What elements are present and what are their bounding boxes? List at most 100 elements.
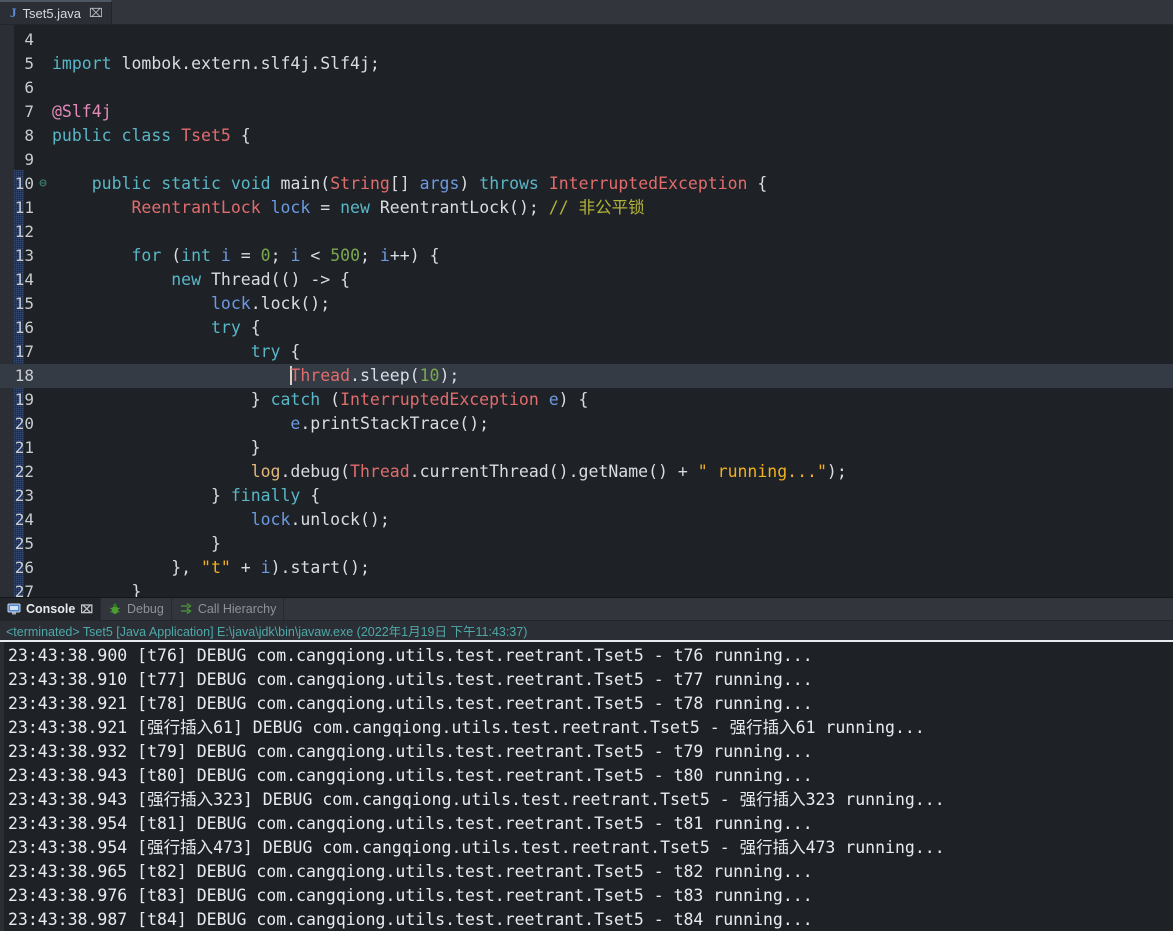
- line-number: 12: [14, 222, 34, 241]
- code-token: (: [320, 174, 331, 193]
- code-token: }: [250, 390, 271, 409]
- editor-tab-tset5-java[interactable]: J Tset5.java ⌧: [0, 0, 112, 24]
- code-line[interactable]: 7 @Slf4j: [0, 100, 1173, 124]
- console-tab-bar: Console ⌧ Debug Call Hierarchy: [0, 598, 1173, 621]
- console-left-rail: [0, 642, 4, 931]
- code-line[interactable]: 22 log.debug(Thread.currentThread().getN…: [0, 460, 1173, 484]
- line-number: 6: [24, 78, 34, 97]
- code-line-text: import lombok.extern.slf4j.Slf4j;: [36, 52, 380, 76]
- line-number: 18: [14, 366, 34, 385]
- code-line[interactable]: 25 }: [0, 532, 1173, 556]
- code-token: i: [379, 246, 390, 265]
- code-line[interactable]: 23 } finally {: [0, 484, 1173, 508]
- code-token: ReentrantLock: [131, 198, 261, 217]
- code-line[interactable]: 19 } catch (InterruptedException e) {: [0, 388, 1173, 412]
- code-line[interactable]: 27 }: [0, 580, 1173, 597]
- code-line-text: try {: [36, 316, 261, 340]
- code-editor[interactable]: 4 5 import lombok.extern.slf4j.Slf4j; 6 7 @Sl…: [0, 25, 1173, 597]
- line-number: 27: [14, 582, 34, 597]
- code-line[interactable]: 16 try {: [0, 316, 1173, 340]
- line-number: 13: [14, 246, 34, 265]
- console-output-line: 23:43:38.954 [t81] DEBUG com.cangqiong.u…: [8, 814, 813, 833]
- code-line-text: }: [36, 532, 221, 556]
- code-line[interactable]: 13 for (int i = 0; i < 500; i++) {: [0, 244, 1173, 268]
- code-token: Thread: [210, 270, 271, 289]
- code-line[interactable]: 4: [0, 28, 1173, 52]
- code-token: .getName: [568, 462, 649, 481]
- code-line[interactable]: 5 import lombok.extern.slf4j.Slf4j;: [0, 52, 1173, 76]
- code-token: (: [320, 390, 341, 409]
- code-line[interactable]: 6: [0, 76, 1173, 100]
- tab-call-hierarchy[interactable]: Call Hierarchy: [172, 598, 285, 620]
- code-token: main: [280, 174, 321, 193]
- console-output[interactable]: 23:43:38.900 [t76] DEBUG com.cangqiong.u…: [0, 642, 1173, 931]
- code-lines-container[interactable]: 4 5 import lombok.extern.slf4j.Slf4j; 6 7 @Sl…: [0, 25, 1173, 597]
- console-output-line: 23:43:38.921 [t78] DEBUG com.cangqiong.u…: [8, 694, 813, 713]
- code-line[interactable]: 17 try {: [0, 340, 1173, 364]
- code-token: []: [389, 174, 420, 193]
- code-token: {: [230, 126, 251, 145]
- code-line[interactable]: 26 }, "t" + i).start();: [0, 556, 1173, 580]
- code-token: .sleep(: [350, 366, 420, 385]
- debug-bug-icon: [108, 602, 122, 616]
- code-line[interactable]: 20 e.printStackTrace();: [0, 412, 1173, 436]
- code-fold-icon[interactable]: ⊖: [38, 172, 48, 196]
- code-token: new: [340, 198, 370, 217]
- code-token: for: [131, 246, 162, 265]
- code-token: ).start();: [270, 558, 370, 577]
- code-token: Thread: [350, 462, 410, 481]
- code-line[interactable]: 8 public class Tset5 {: [0, 124, 1173, 148]
- code-line-text: @Slf4j: [36, 100, 112, 124]
- code-token: String: [330, 174, 390, 193]
- line-number: 21: [14, 438, 34, 457]
- code-token: i: [220, 246, 231, 265]
- console-output-line: 23:43:38.987 [t84] DEBUG com.cangqiong.u…: [8, 910, 813, 929]
- code-token: =: [230, 246, 261, 265]
- code-line-text: public static void main(String[] args) t…: [36, 172, 768, 196]
- code-token: InterruptedException: [340, 390, 539, 409]
- code-line[interactable]: 10 ⊖ public static void main(String[] arg…: [0, 172, 1173, 196]
- console-output-line: 23:43:38.921 [强行插入61] DEBUG com.cangqion…: [8, 718, 925, 737]
- code-token: =: [310, 198, 341, 217]
- code-token: Thread: [290, 366, 351, 385]
- code-token: i: [290, 246, 301, 265]
- code-line[interactable]: 9: [0, 148, 1173, 172]
- console-output-line: 23:43:38.965 [t82] DEBUG com.cangqiong.u…: [8, 862, 813, 881]
- code-line[interactable]: 18 Thread.sleep(10);: [0, 364, 1173, 388]
- code-line[interactable]: 15 lock.lock();: [0, 292, 1173, 316]
- code-token: .printStackTrace();: [300, 414, 490, 433]
- console-monitor-icon: [7, 602, 21, 616]
- code-token: public: [52, 126, 112, 145]
- code-line[interactable]: 12: [0, 220, 1173, 244]
- code-token: static: [161, 174, 221, 193]
- close-icon[interactable]: ⌧: [80, 603, 93, 616]
- tab-debug[interactable]: Debug: [101, 598, 172, 620]
- code-line-text: try {: [36, 340, 301, 364]
- line-number: 17: [14, 342, 34, 361]
- code-token: {: [240, 318, 261, 337]
- code-line[interactable]: 11 ReentrantLock lock = new ReentrantLoc…: [0, 196, 1173, 220]
- code-token: ;: [270, 246, 291, 265]
- line-number: 5: [24, 54, 34, 73]
- code-line[interactable]: 14 new Thread(() -> {: [0, 268, 1173, 292]
- code-line[interactable]: 21 }: [0, 436, 1173, 460]
- code-token: (() -> {: [270, 270, 351, 289]
- code-token: );: [826, 462, 847, 481]
- close-icon[interactable]: ⌧: [89, 7, 103, 19]
- code-token: e: [290, 414, 301, 433]
- code-line-text: lock.unlock();: [36, 508, 390, 532]
- code-token: }: [52, 534, 221, 553]
- code-token: import: [52, 54, 122, 73]
- code-line[interactable]: 24 lock.unlock();: [0, 508, 1173, 532]
- code-token: 500: [330, 246, 361, 265]
- tab-console[interactable]: Console ⌧: [0, 598, 101, 620]
- code-token: }: [210, 486, 231, 505]
